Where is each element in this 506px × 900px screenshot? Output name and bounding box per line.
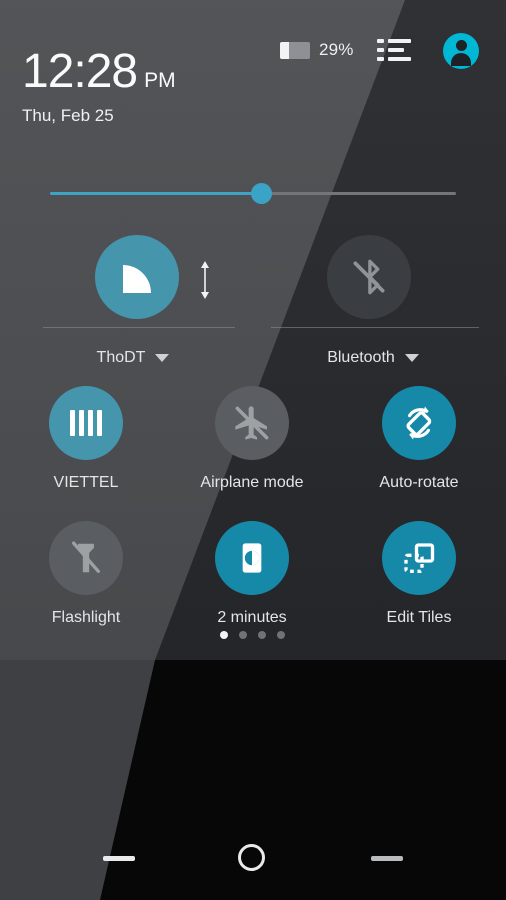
clock-meridiem: PM [144, 69, 176, 92]
page-indicator[interactable] [168, 631, 336, 639]
screen-timeout-icon[interactable] [215, 521, 289, 595]
bluetooth-glyph [353, 259, 385, 295]
tile-mobile-data[interactable]: VIETTEL [2, 386, 170, 521]
battery-fill [280, 41, 289, 59]
back-button[interactable] [103, 856, 135, 861]
recents-button[interactable] [371, 856, 403, 861]
screen-rotate-icon[interactable] [382, 386, 456, 460]
clock-time: 12:28 [22, 45, 138, 98]
navigation-bar [0, 820, 506, 900]
bluetooth-disabled-icon[interactable] [327, 235, 411, 319]
tile-auto-rotate[interactable]: Auto-rotate [335, 386, 503, 521]
quick-settings-screen: 29% 12:28 PM Thu, Feb 25 ThoDT Bluetooth… [0, 0, 506, 900]
slider-thumb[interactable] [251, 183, 273, 204]
wifi-tile-label-row[interactable]: ThoDT [13, 349, 253, 367]
airplane-glyph [235, 406, 269, 440]
flashlight-glyph [71, 541, 101, 573]
wifi-tile-divider [43, 327, 235, 328]
battery-percent-label: 29% [319, 40, 354, 59]
tile-edit-tiles[interactable]: Edit Tiles [335, 521, 503, 656]
page-dot[interactable] [276, 631, 285, 639]
user-avatar-icon[interactable] [443, 33, 479, 69]
tile-label: VIETTEL [53, 474, 119, 491]
tile-label: 2 minutes [217, 609, 287, 626]
signal-bars-icon[interactable] [49, 386, 123, 460]
avatar-body [451, 53, 471, 66]
tile-label: Edit Tiles [386, 609, 452, 626]
settings-list-icon[interactable] [377, 38, 411, 62]
tile-airplane-mode[interactable]: Airplane mode [168, 386, 336, 521]
clock[interactable]: 12:28 PM [22, 48, 176, 96]
flashlight-off-icon[interactable] [49, 521, 123, 595]
wifi-signal-glyph [117, 257, 157, 297]
bluetooth-tile-label-row[interactable]: Bluetooth [253, 349, 493, 367]
chevron-down-icon[interactable] [155, 354, 170, 362]
wifi-expand-arrow-icon[interactable] [199, 259, 211, 301]
page-dot[interactable] [219, 631, 228, 639]
tile-flashlight[interactable]: Flashlight [2, 521, 170, 656]
date-label: Thu, Feb 25 [22, 106, 114, 125]
wifi-tile-label: ThoDT [96, 349, 146, 366]
wifi-icon[interactable] [95, 235, 179, 319]
bluetooth-tile-label: Bluetooth [327, 349, 395, 366]
tile-label: Airplane mode [200, 474, 304, 491]
airplane-off-icon[interactable] [215, 386, 289, 460]
home-button[interactable] [238, 844, 265, 871]
tile-label: Flashlight [51, 609, 121, 626]
tile-bluetooth[interactable]: Bluetooth [253, 235, 493, 375]
signal-bars-glyph [70, 410, 102, 436]
tile-label: Auto-rotate [379, 474, 459, 491]
edit-tiles-icon[interactable] [382, 521, 456, 595]
page-dot[interactable] [257, 631, 266, 639]
rotate-glyph [406, 406, 432, 440]
tile-screen-timeout[interactable]: 2 minutes [168, 521, 336, 656]
tile-wifi[interactable]: ThoDT [13, 235, 253, 375]
bluetooth-tile-divider [271, 327, 479, 328]
page-dot[interactable] [238, 631, 247, 639]
battery-icon [280, 41, 310, 59]
chevron-down-icon[interactable] [404, 354, 419, 362]
edit-tiles-glyph [404, 543, 435, 573]
slider-fill [50, 192, 262, 195]
avatar-head [455, 40, 467, 51]
brightness-slider[interactable] [50, 183, 456, 204]
battery-status: 29% [280, 40, 354, 60]
timeout-glyph [242, 543, 262, 573]
